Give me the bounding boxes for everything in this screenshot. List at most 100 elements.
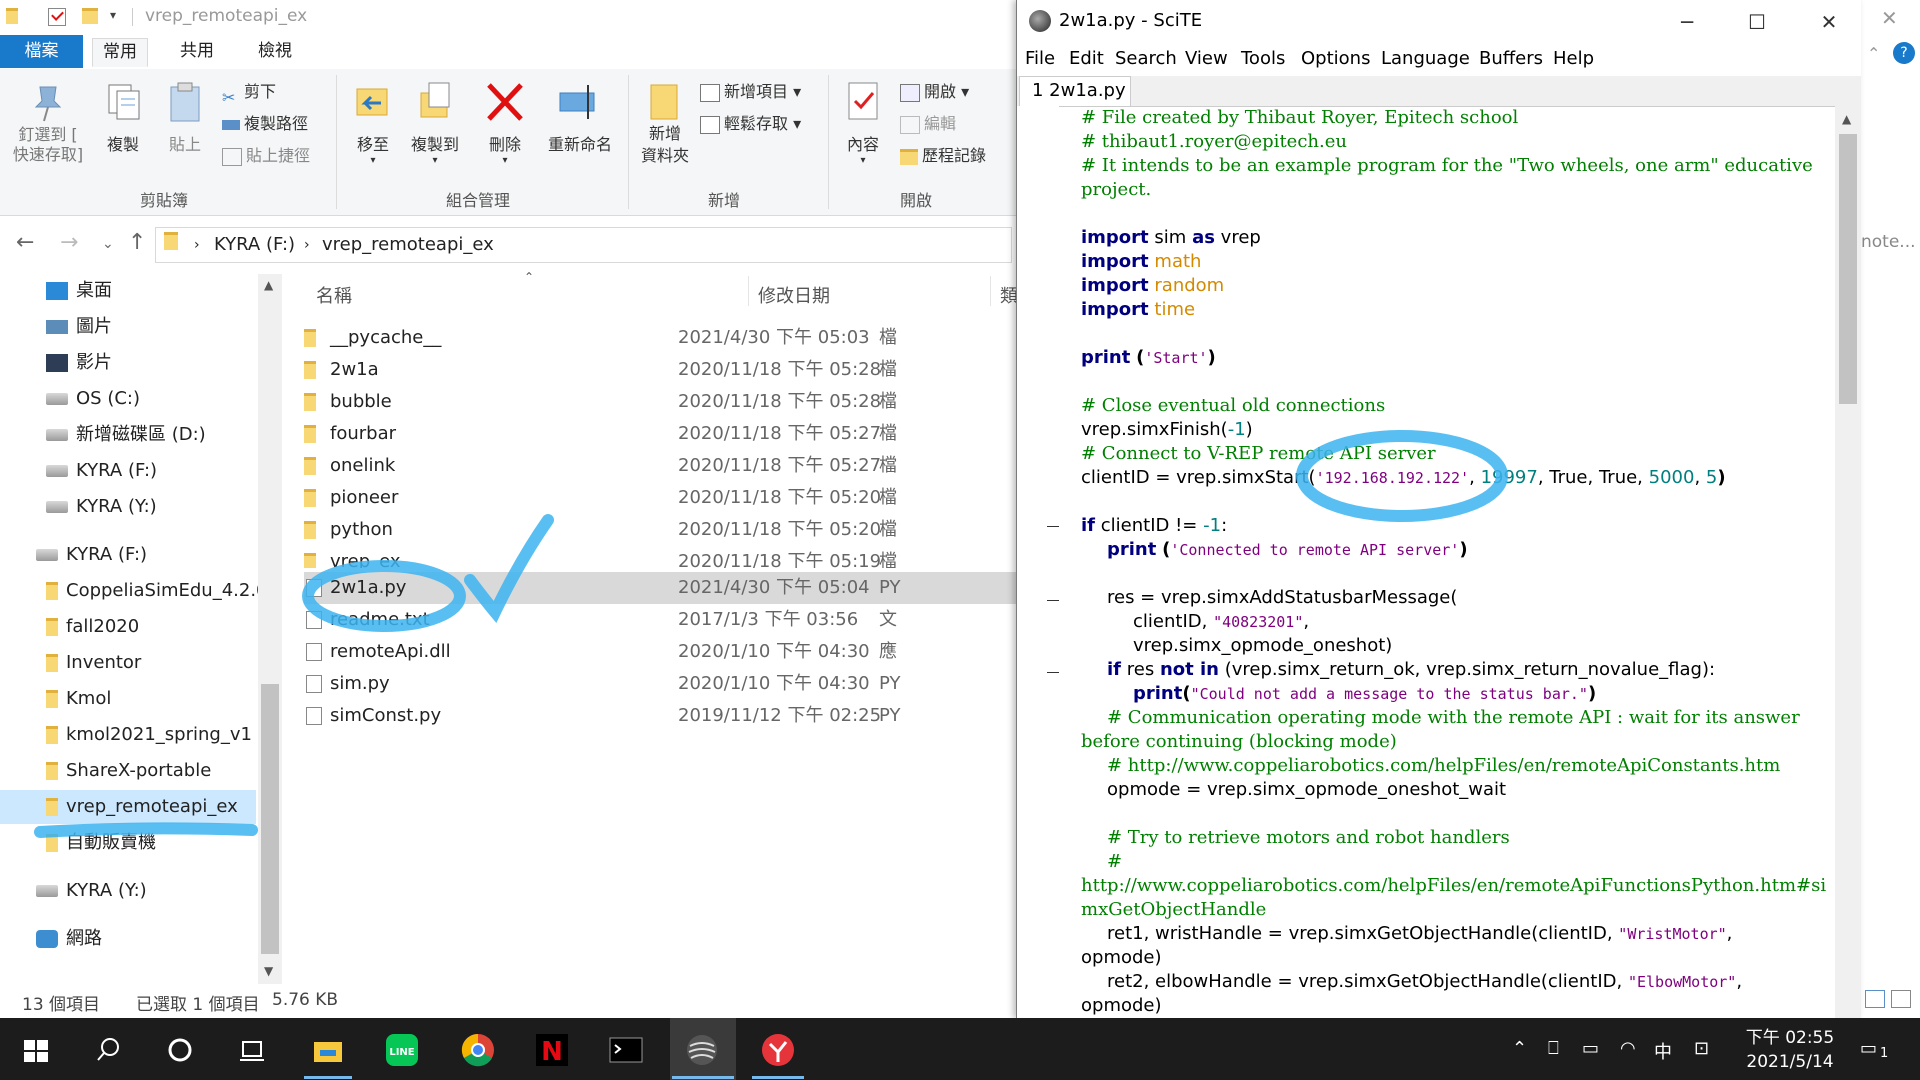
minimize-icon[interactable]: ─ xyxy=(1667,6,1707,38)
quick-access-dropdown-icon[interactable]: ▾ xyxy=(110,8,126,24)
large-icons-view-icon[interactable] xyxy=(1891,990,1911,1008)
chevron-up-icon[interactable]: ⌃ xyxy=(1867,44,1880,63)
file-row-selected[interactable]: 2w1a.py 2021/4/30 下午 05:04 PY xyxy=(304,572,1016,604)
cortana-icon[interactable] xyxy=(162,1032,198,1068)
properties-quick-icon[interactable] xyxy=(48,8,66,26)
notification-icon[interactable]: ▭ xyxy=(1860,1038,1877,1059)
input-mode-icon[interactable]: ⊡ xyxy=(1694,1038,1709,1059)
new-item-button[interactable]: 新增項目 ▾ xyxy=(700,79,801,105)
wifi-icon[interactable]: ◠ xyxy=(1620,1038,1636,1059)
nav-item-videos[interactable]: 影片 xyxy=(46,346,112,380)
menu-language[interactable]: Language xyxy=(1381,48,1470,69)
menu-buffers[interactable]: Buffers xyxy=(1479,48,1543,69)
nav-item-kyra-y-root[interactable]: KYRA (Y:) xyxy=(36,874,147,908)
app-red-circle-icon[interactable] xyxy=(760,1032,796,1068)
fold-marker[interactable] xyxy=(1047,526,1059,527)
tab-file[interactable]: 檔案 xyxy=(0,35,83,68)
move-to-button[interactable]: 移至 ▾ xyxy=(346,69,400,166)
help-icon[interactable]: ? xyxy=(1893,42,1915,64)
nav-item-kyra-f-root[interactable]: KYRA (F:) xyxy=(36,538,147,572)
usb-icon[interactable]: ⎕ xyxy=(1548,1038,1559,1059)
nav-item-drive-d[interactable]: 新增磁碟區 (D:) xyxy=(46,418,206,452)
rename-button[interactable]: 重新命名 xyxy=(540,69,620,155)
menu-help[interactable]: Help xyxy=(1553,48,1594,69)
history-button[interactable]: 歷程記錄 xyxy=(900,143,986,169)
file-row[interactable]: onelink 2020/11/18 下午 05:27 檔 xyxy=(304,450,1016,482)
editor-scrollbar[interactable]: ▲ xyxy=(1835,106,1861,1018)
back-arrow-icon[interactable]: ← xyxy=(16,230,34,255)
search-box-hint[interactable]: note... xyxy=(1861,232,1916,252)
file-row[interactable]: sim.py 2020/1/10 下午 04:30 PY xyxy=(304,668,1016,700)
recent-dropdown-icon[interactable]: ⌄ xyxy=(102,236,114,252)
tab-home[interactable]: 常用 xyxy=(92,38,148,67)
battery-icon[interactable]: ▭ xyxy=(1582,1038,1599,1059)
nav-item-folder[interactable]: ShareX-portable xyxy=(46,754,211,788)
scroll-up-icon[interactable]: ▲ xyxy=(264,278,273,292)
code-editor[interactable]: # File created by Thibaut Royer, Epitech… xyxy=(1065,106,1835,1018)
scroll-up-icon[interactable]: ▲ xyxy=(1842,112,1851,126)
scroll-down-icon[interactable]: ▼ xyxy=(264,964,273,978)
breadcrumb-drive[interactable]: KYRA (F:) xyxy=(214,234,295,255)
search-icon[interactable] xyxy=(90,1032,126,1068)
line-app-icon[interactable]: LINE xyxy=(384,1032,420,1068)
nav-item-vrep-remoteapi-ex[interactable]: vrep_remoteapi_ex xyxy=(0,790,256,824)
scrollbar-thumb[interactable] xyxy=(261,684,279,954)
delete-button[interactable]: 刪除 ▾ xyxy=(478,69,532,166)
nav-item-os-c[interactable]: OS (C:) xyxy=(46,382,140,416)
fold-marker[interactable] xyxy=(1047,672,1059,673)
copy-button[interactable]: 複製 xyxy=(96,69,150,155)
copy-to-button[interactable]: 複製到 ▾ xyxy=(404,69,466,166)
properties-button[interactable]: 內容 ▾ xyxy=(836,69,890,166)
nav-item-kyra-f[interactable]: KYRA (F:) xyxy=(46,454,157,488)
file-row[interactable]: readme.txt 2017/1/3 下午 03:56 文 xyxy=(304,604,1016,636)
nav-item-network[interactable]: 網路 xyxy=(36,922,102,956)
nav-item-desktop[interactable]: 桌面 xyxy=(46,274,112,308)
fold-margin[interactable] xyxy=(1017,106,1059,1018)
nav-item-pictures[interactable]: 圖片 xyxy=(46,310,112,344)
scrollbar-thumb[interactable] xyxy=(1839,134,1857,404)
pin-quick-access-button[interactable]: 釘選到 [快速存取] xyxy=(8,69,88,165)
menu-options[interactable]: Options xyxy=(1301,48,1370,69)
breadcrumb-folder[interactable]: vrep_remoteapi_ex xyxy=(322,234,494,255)
up-arrow-icon[interactable]: ↑ xyxy=(128,230,146,255)
menu-view[interactable]: View xyxy=(1185,48,1228,69)
forward-arrow-icon[interactable]: → xyxy=(60,230,78,255)
menu-search[interactable]: Search xyxy=(1115,48,1177,69)
menu-file[interactable]: File xyxy=(1025,48,1055,69)
clock[interactable]: 下午 02:55 2021/5/14 xyxy=(1730,1026,1850,1074)
copy-path-button[interactable]: 複製路徑 xyxy=(222,111,308,137)
nav-item-folder[interactable]: fall2020 xyxy=(46,610,139,644)
file-explorer-taskbar-icon[interactable] xyxy=(310,1032,346,1068)
menu-edit[interactable]: Edit xyxy=(1069,48,1104,69)
maximize-icon[interactable]: ☐ xyxy=(1737,6,1777,38)
nav-item-folder[interactable]: 自動販賣機 xyxy=(46,826,156,860)
column-header-name[interactable]: 名稱 xyxy=(316,282,352,308)
file-row[interactable]: 2w1a 2020/11/18 下午 05:28 檔 xyxy=(304,354,1016,386)
chrome-icon[interactable] xyxy=(460,1032,496,1068)
file-row[interactable]: __pycache__ 2021/4/30 下午 05:03 檔 xyxy=(304,322,1016,354)
new-folder-button[interactable]: 新增 資料夾 xyxy=(636,69,694,167)
edit-button[interactable]: 編輯 xyxy=(900,111,956,137)
address-bar[interactable]: › KYRA (F:) › vrep_remoteapi_ex xyxy=(155,227,1012,263)
tab-view[interactable]: 檢視 xyxy=(248,38,302,65)
windows-start-icon[interactable] xyxy=(18,1032,54,1068)
tab-2w1a-py[interactable]: 1 2w1a.py xyxy=(1019,76,1131,106)
cut-button[interactable]: ✂ 剪下 xyxy=(222,79,276,107)
scite-taskbar-icon[interactable] xyxy=(684,1032,720,1068)
close-icon[interactable]: ✕ xyxy=(1881,6,1898,30)
chevron-up-icon[interactable]: ⌃ xyxy=(1512,1038,1527,1059)
nav-item-folder[interactable]: CoppeliaSimEdu_4.2.0 xyxy=(46,574,268,608)
menu-tools[interactable]: Tools xyxy=(1241,48,1285,69)
file-row[interactable]: remoteApi.dll 2020/1/10 下午 04:30 應 xyxy=(304,636,1016,668)
nav-item-folder[interactable]: Inventor xyxy=(46,646,141,680)
file-row[interactable]: python 2020/11/18 下午 05:20 檔 xyxy=(304,514,1016,546)
nav-pane-scrollbar[interactable]: ▲ ▼ xyxy=(258,274,282,984)
paste-shortcut-button[interactable]: 貼上捷徑 xyxy=(222,143,310,169)
paste-button[interactable]: 貼上 xyxy=(158,69,212,155)
close-icon[interactable]: ✕ xyxy=(1809,6,1849,38)
details-view-icon[interactable] xyxy=(1865,990,1885,1008)
fold-marker[interactable] xyxy=(1047,600,1059,601)
column-header-date[interactable]: 修改日期 xyxy=(758,282,830,308)
netflix-icon[interactable]: N xyxy=(534,1032,570,1068)
task-view-icon[interactable] xyxy=(234,1032,270,1068)
